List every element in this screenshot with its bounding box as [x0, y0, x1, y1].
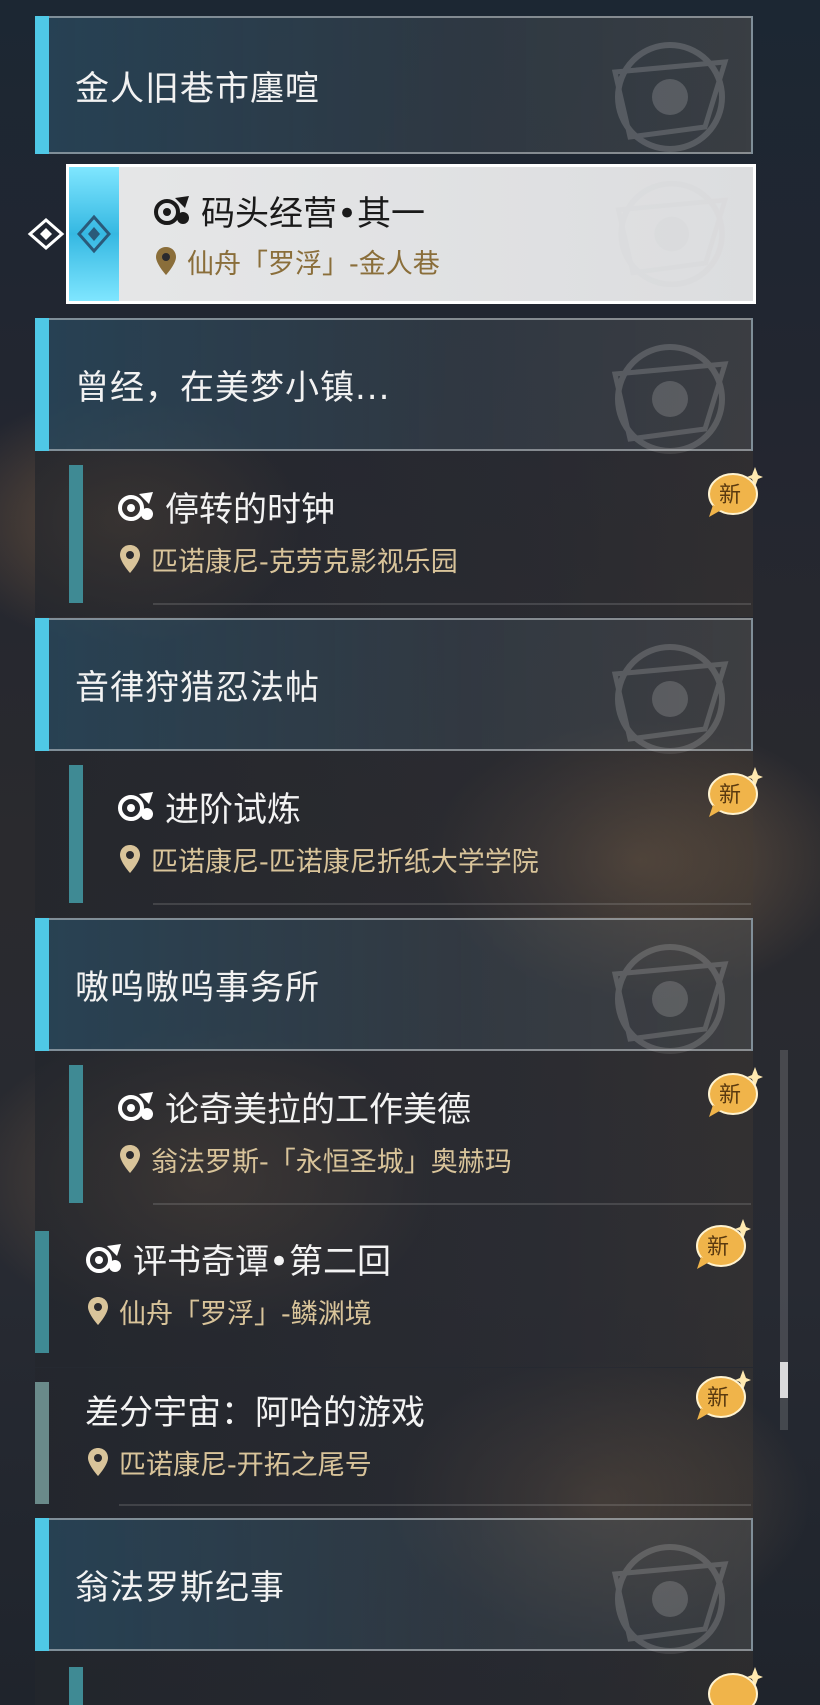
quest-bar — [35, 1382, 49, 1504]
new-badge-label: 新 — [707, 1386, 730, 1411]
group-title: 曾经，在美梦小镇... — [75, 368, 391, 408]
group-header-3[interactable]: 音律狩猎忍法帖 — [35, 618, 753, 751]
location-pin-icon — [87, 1296, 109, 1326]
divider — [153, 603, 751, 605]
quest-location-row: 匹诺康尼-开拓之尾号 — [87, 1442, 372, 1482]
quest-name: 停转的时钟 — [165, 489, 335, 530]
quest-item-3[interactable]: 论奇美拉的工作美德 翁法罗斯-「永恒圣城」奥赫玛 新 — [35, 1051, 753, 1217]
group-accent-bar — [35, 318, 49, 451]
new-badge: 新 — [705, 765, 763, 819]
group-header-1[interactable]: 金人旧巷市廛喧 — [35, 16, 753, 154]
quest-name: 论奇美拉的工作美德 — [165, 1089, 471, 1130]
location-pin-icon — [119, 1144, 141, 1174]
quest-name: 进阶试炼 — [165, 789, 301, 830]
quest-title-row: 论奇美拉的工作美德 — [117, 1083, 471, 1130]
quest-type-icon — [117, 788, 157, 824]
quest-bar — [69, 465, 83, 603]
quest-bar — [69, 1667, 83, 1705]
location-pin-icon — [155, 246, 177, 276]
location-pin-icon — [119, 844, 141, 874]
group-accent-bar — [35, 918, 49, 1051]
group-title: 翁法罗斯纪事 — [75, 1568, 285, 1608]
quest-title-row: 停转的时钟 — [117, 483, 335, 530]
group-accent-bar — [35, 16, 49, 154]
group-header-4[interactable]: 嗷呜嗷呜事务所 — [35, 918, 753, 1051]
new-badge: 新 — [705, 465, 763, 519]
quest-name: 码头经营•其一 — [201, 193, 426, 234]
quest-location: 仙舟「罗浮」-鳞渊境 — [119, 1298, 372, 1330]
quest-bar — [69, 1065, 83, 1203]
quest-location: 匹诺康尼-开拓之尾号 — [119, 1449, 372, 1481]
selection-pointer-icon — [26, 214, 66, 254]
selected-accent-bar — [69, 167, 119, 301]
group-header-2[interactable]: 曾经，在美梦小镇... — [35, 318, 753, 451]
quest-title-row: 评书奇谭•第二回 — [85, 1235, 392, 1282]
quest-location: 匹诺康尼-克劳克影视乐园 — [151, 546, 458, 578]
quest-item-partial[interactable] — [35, 1651, 753, 1705]
quest-item-1[interactable]: 停转的时钟 匹诺康尼-克劳克影视乐园 新 — [35, 451, 753, 617]
quest-type-icon — [153, 192, 193, 228]
group-title: 音律狩猎忍法帖 — [75, 668, 320, 708]
quest-location-row: 翁法罗斯-「永恒圣城」奥赫玛 — [119, 1139, 512, 1179]
new-badge-label: 新 — [719, 1083, 742, 1108]
divider — [153, 903, 751, 905]
selected-emblem-icon — [577, 171, 747, 297]
quest-location-row: 匹诺康尼-克劳克影视乐园 — [119, 539, 458, 579]
quest-location-row: 仙舟「罗浮」-鳞渊境 — [87, 1291, 372, 1331]
quest-name: 差分宇宙：阿哈的游戏 — [85, 1392, 425, 1433]
divider — [119, 1504, 751, 1506]
quest-type-icon — [117, 488, 157, 524]
quest-bar — [69, 765, 83, 903]
group-emblem-icon — [575, 22, 745, 172]
quest-location: 翁法罗斯-「永恒圣城」奥赫玛 — [151, 1146, 512, 1178]
group-accent-bar — [35, 1518, 49, 1651]
group-title: 嗷呜嗷呜事务所 — [75, 968, 320, 1008]
quest-title-row: 进阶试炼 — [117, 783, 301, 830]
divider — [153, 1203, 751, 1205]
quest-list: 金人旧巷市廛喧 码头经营•其一 仙舟「罗浮」-金人巷 曾经，在美梦小镇... 停… — [0, 0, 820, 1705]
scrollbar-thumb[interactable] — [780, 1362, 788, 1398]
location-pin-icon — [87, 1447, 109, 1477]
group-header-5[interactable]: 翁法罗斯纪事 — [35, 1518, 753, 1651]
quest-location-row: 匹诺康尼-匹诺康尼折纸大学学院 — [119, 839, 539, 879]
selected-quest-location-row: 仙舟「罗浮」-金人巷 — [155, 241, 440, 281]
diamond-icon — [76, 214, 112, 254]
quest-title-row: 差分宇宙：阿哈的游戏 — [85, 1386, 425, 1433]
new-badge-icon — [705, 1665, 763, 1705]
location-pin-icon — [119, 544, 141, 574]
new-badge — [705, 1665, 763, 1705]
new-badge-label: 新 — [719, 483, 742, 508]
new-badge: 新 — [705, 1065, 763, 1119]
selected-quest-title-row: 码头经营•其一 — [153, 187, 426, 234]
new-badge-label: 新 — [719, 783, 742, 808]
quest-item-4[interactable]: 评书奇谭•第二回 仙舟「罗浮」-鳞渊境 新 — [35, 1217, 753, 1367]
quest-location: 仙舟「罗浮」-金人巷 — [187, 248, 440, 280]
new-badge: 新 — [693, 1217, 751, 1271]
quest-type-icon — [85, 1240, 125, 1276]
selected-quest-item[interactable]: 码头经营•其一 仙舟「罗浮」-金人巷 — [66, 164, 756, 304]
quest-item-5[interactable]: 差分宇宙：阿哈的游戏 匹诺康尼-开拓之尾号 新 — [35, 1368, 753, 1518]
quest-name: 评书奇谭•第二回 — [133, 1241, 392, 1282]
quest-type-icon — [117, 1088, 157, 1124]
group-accent-bar — [35, 618, 49, 751]
new-badge: 新 — [693, 1368, 751, 1422]
group-title: 金人旧巷市廛喧 — [75, 68, 320, 109]
quest-bar — [35, 1231, 49, 1353]
quest-item-2[interactable]: 进阶试炼 匹诺康尼-匹诺康尼折纸大学学院 新 — [35, 751, 753, 917]
quest-location: 匹诺康尼-匹诺康尼折纸大学学院 — [151, 846, 539, 878]
new-badge-label: 新 — [707, 1235, 730, 1260]
